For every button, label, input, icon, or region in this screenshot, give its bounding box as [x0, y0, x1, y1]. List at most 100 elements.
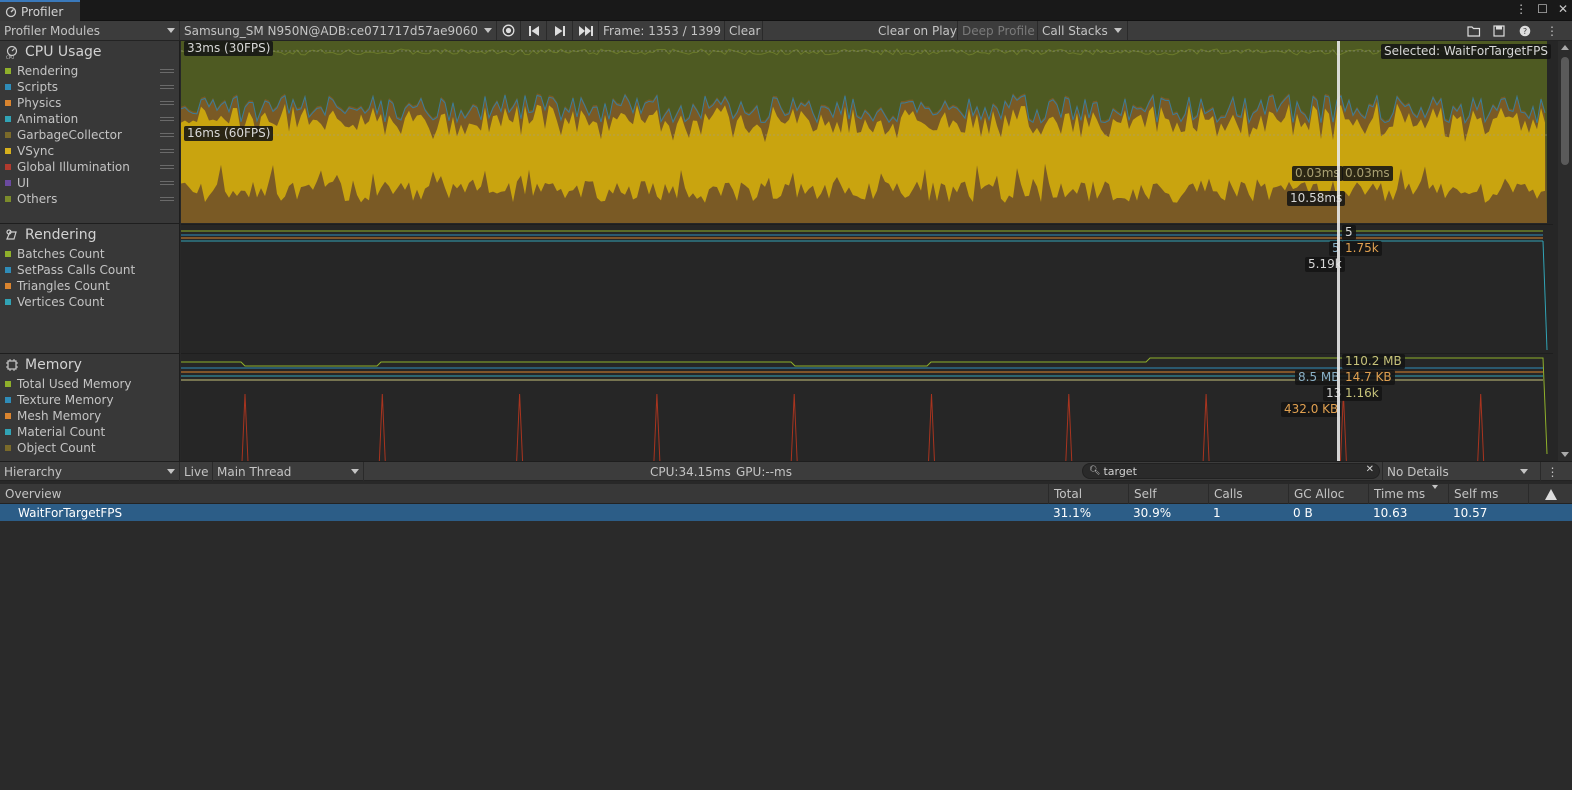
hierarchy-table-body[interactable]	[0, 521, 1572, 790]
clear-on-play-toggle[interactable]: Clear on Play	[874, 21, 958, 40]
details-label: No Details	[1387, 464, 1449, 479]
memory-gc-spike	[1339, 393, 1347, 463]
cpu-usage-graph	[180, 41, 1547, 223]
thread-label: Main Thread	[217, 464, 292, 479]
rendering-legend-item[interactable]: Triangles Count	[0, 278, 179, 294]
next-frame-button[interactable]	[547, 21, 573, 40]
scroll-up-icon[interactable]	[1561, 45, 1569, 50]
triangles-value-label: 1.75k	[1342, 241, 1382, 256]
rendering-legend-item[interactable]: Batches Count	[0, 246, 179, 262]
more-options-icon[interactable]: ⋮	[1515, 2, 1527, 16]
call-stacks-label: Call Stacks	[1042, 23, 1108, 38]
rendering-legend-label: Batches Count	[17, 247, 105, 261]
drag-handle-icon[interactable]	[160, 69, 174, 73]
search-field[interactable]: 🔍︎ target ✕	[1082, 463, 1380, 479]
drag-handle-icon[interactable]	[160, 149, 174, 153]
current-frame-button[interactable]	[573, 21, 599, 40]
clear-button[interactable]: Clear	[725, 21, 763, 40]
live-toggle[interactable]: Live	[180, 462, 213, 481]
color-swatch	[5, 283, 11, 289]
call-stacks-dropdown[interactable]: Call Stacks	[1038, 21, 1128, 40]
rendering-module[interactable]: Rendering Batches Count SetPass Calls Cou…	[0, 224, 179, 354]
column-self[interactable]: Self	[1128, 484, 1208, 504]
memory-gc-spike	[241, 393, 249, 463]
column-calls[interactable]: Calls	[1208, 484, 1288, 504]
cpu-legend-item[interactable]: Global Illumination	[0, 159, 179, 175]
memory-title: Memory	[25, 357, 82, 373]
clear-search-icon[interactable]: ✕	[1366, 464, 1374, 475]
row-time-ms: 10.63	[1373, 505, 1408, 520]
thread-dropdown[interactable]: Main Thread	[213, 462, 364, 481]
memory-legend-item[interactable]: Material Count	[0, 424, 179, 440]
selected-frame-marker[interactable]	[1337, 41, 1340, 461]
scrollbar-thumb[interactable]	[1561, 57, 1569, 165]
help-button[interactable]: ?	[1512, 21, 1538, 40]
frame-counter-label: Frame: 1353 / 1399	[603, 23, 721, 38]
drag-handle-icon[interactable]	[160, 197, 174, 201]
details-dropdown[interactable]: No Details	[1382, 462, 1532, 481]
details-menu-button[interactable]: ⋮	[1540, 462, 1564, 481]
search-input[interactable]: target	[1103, 465, 1136, 478]
cpu-legend-item[interactable]: UI	[0, 175, 179, 191]
drag-handle-icon[interactable]	[160, 181, 174, 185]
table-row[interactable]: WaitForTargetFPS 31.1% 30.9% 1 0 B 10.63…	[0, 504, 1572, 521]
selected-sample-label: Selected: WaitForTargetFPS	[1381, 44, 1551, 59]
memory-gc-spike	[928, 393, 935, 463]
memory-gc-spike	[653, 393, 661, 463]
target-device-dropdown[interactable]: Samsung_SM N950N@ADB:ce071717d57ae906027…	[180, 21, 497, 40]
column-warning[interactable]	[1528, 484, 1572, 504]
cpu-legend-item[interactable]: Scripts	[0, 79, 179, 95]
color-swatch	[5, 68, 11, 74]
cpu-legend-item[interactable]: GarbageCollector	[0, 127, 179, 143]
cpu-legend-item[interactable]: VSync	[0, 143, 179, 159]
tab-profiler[interactable]: Profiler	[0, 0, 80, 21]
drag-handle-icon[interactable]	[160, 117, 174, 121]
rendering-chart[interactable]: 5 5 1.75k 5.19k	[181, 224, 1553, 353]
cpu-value-label: 0.03ms	[1342, 166, 1393, 181]
cpu-legend-item[interactable]: Animation	[0, 111, 179, 127]
maximize-icon[interactable]: ☐	[1537, 2, 1548, 16]
drag-handle-icon[interactable]	[160, 85, 174, 89]
load-folder-icon	[1467, 25, 1481, 37]
cpu-usage-module[interactable]: CPU CPU Usage Rendering Scripts Physics Ani…	[0, 41, 179, 224]
cpu-legend-item[interactable]: Others	[0, 191, 179, 207]
profiler-modules-label: Profiler Modules	[4, 23, 100, 38]
previous-frame-button[interactable]	[521, 21, 547, 40]
profiler-charts-area[interactable]: 33ms (30FPS) 16ms (60FPS) Selected: Wait…	[180, 41, 1572, 463]
cpu-legend-label: Global Illumination	[17, 160, 130, 174]
charts-scrollbar[interactable]	[1558, 41, 1572, 461]
texture-memory-value-label: 8.5 MB	[1295, 370, 1343, 385]
clear-on-play-label: Clear on Play	[878, 23, 957, 38]
target-device-label: Samsung_SM N950N@ADB:ce071717d57ae906027…	[184, 23, 478, 38]
drag-handle-icon[interactable]	[160, 101, 174, 105]
toolbar-menu-button[interactable]: ⋮	[1540, 21, 1564, 40]
drag-handle-icon[interactable]	[160, 165, 174, 169]
load-button[interactable]	[1462, 21, 1486, 40]
scroll-down-icon[interactable]	[1561, 452, 1569, 457]
memory-legend-item[interactable]: Mesh Memory	[0, 408, 179, 424]
drag-handle-icon[interactable]	[160, 133, 174, 137]
rendering-legend-item[interactable]: Vertices Count	[0, 294, 179, 310]
column-total[interactable]: Total	[1048, 484, 1128, 504]
column-overview[interactable]: Overview	[0, 484, 1048, 504]
profiler-modules-dropdown[interactable]: Profiler Modules	[0, 21, 180, 40]
last-frame-icon	[578, 25, 593, 36]
cpu-legend-label: UI	[17, 176, 30, 190]
color-swatch	[5, 164, 11, 170]
memory-module[interactable]: Memory Total Used Memory Texture Memory Me…	[0, 354, 179, 461]
save-button[interactable]	[1486, 21, 1512, 40]
column-self-ms[interactable]: Self ms	[1448, 484, 1528, 504]
cpu-legend-item[interactable]: Physics	[0, 95, 179, 111]
view-type-dropdown[interactable]: Hierarchy	[0, 462, 180, 481]
memory-legend-item[interactable]: Total Used Memory	[0, 376, 179, 392]
column-gc-alloc[interactable]: GC Alloc	[1288, 484, 1368, 504]
cpu-usage-chart[interactable]: 33ms (30FPS) 16ms (60FPS) Selected: Wait…	[180, 41, 1553, 223]
memory-legend-item[interactable]: Object Count	[0, 440, 179, 456]
deep-profile-toggle[interactable]: Deep Profile	[958, 21, 1038, 40]
record-button[interactable]	[497, 21, 521, 40]
close-icon[interactable]: ✕	[1558, 2, 1568, 16]
memory-chart[interactable]: 110.2 MB 8.5 MB 14.7 KB 13 1.16k 432.0 K…	[181, 353, 1553, 463]
cpu-legend-item[interactable]: Rendering	[0, 63, 179, 79]
memory-legend-item[interactable]: Texture Memory	[0, 392, 179, 408]
rendering-legend-item[interactable]: SetPass Calls Count	[0, 262, 179, 278]
